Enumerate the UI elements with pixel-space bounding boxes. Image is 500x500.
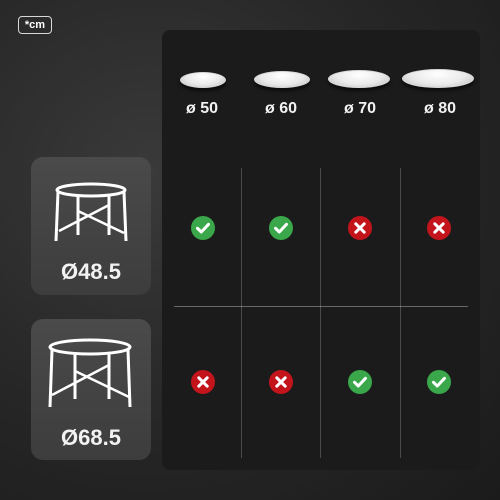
fit-check-icon — [269, 216, 293, 240]
grid-divider — [174, 306, 468, 307]
plate-60-icon — [254, 71, 310, 88]
no-fit-x-icon — [191, 370, 215, 394]
plate-80-icon — [402, 69, 474, 88]
fit-check-icon — [191, 216, 215, 240]
table-card-small-label: Ø48.5 — [61, 259, 121, 284]
no-fit-x-icon — [348, 216, 372, 240]
size-label-80: ø 80 — [423, 100, 456, 117]
size-label-60: ø 60 — [264, 100, 297, 117]
table-card-large: Ø68.5 — [31, 319, 151, 460]
grid-divider — [400, 168, 401, 458]
fit-check-icon — [348, 370, 372, 394]
size-label-70: ø 70 — [343, 100, 376, 117]
no-fit-x-icon — [269, 370, 293, 394]
comparison-panel: ø 50 ø 60 ø 70 ø 80 — [162, 30, 480, 470]
grid-divider — [241, 168, 242, 458]
unit-badge: *cm — [18, 16, 52, 34]
small-side-table-icon — [54, 182, 128, 242]
fit-check-icon — [427, 370, 451, 394]
plate-70-icon — [328, 70, 390, 88]
plate-50-icon — [180, 72, 226, 88]
no-fit-x-icon — [427, 216, 451, 240]
size-label-50: ø 50 — [185, 100, 218, 117]
table-card-large-label: Ø68.5 — [61, 425, 121, 450]
table-card-small: Ø48.5 — [31, 157, 151, 295]
large-side-table-icon — [48, 338, 132, 408]
grid-divider — [320, 168, 321, 458]
